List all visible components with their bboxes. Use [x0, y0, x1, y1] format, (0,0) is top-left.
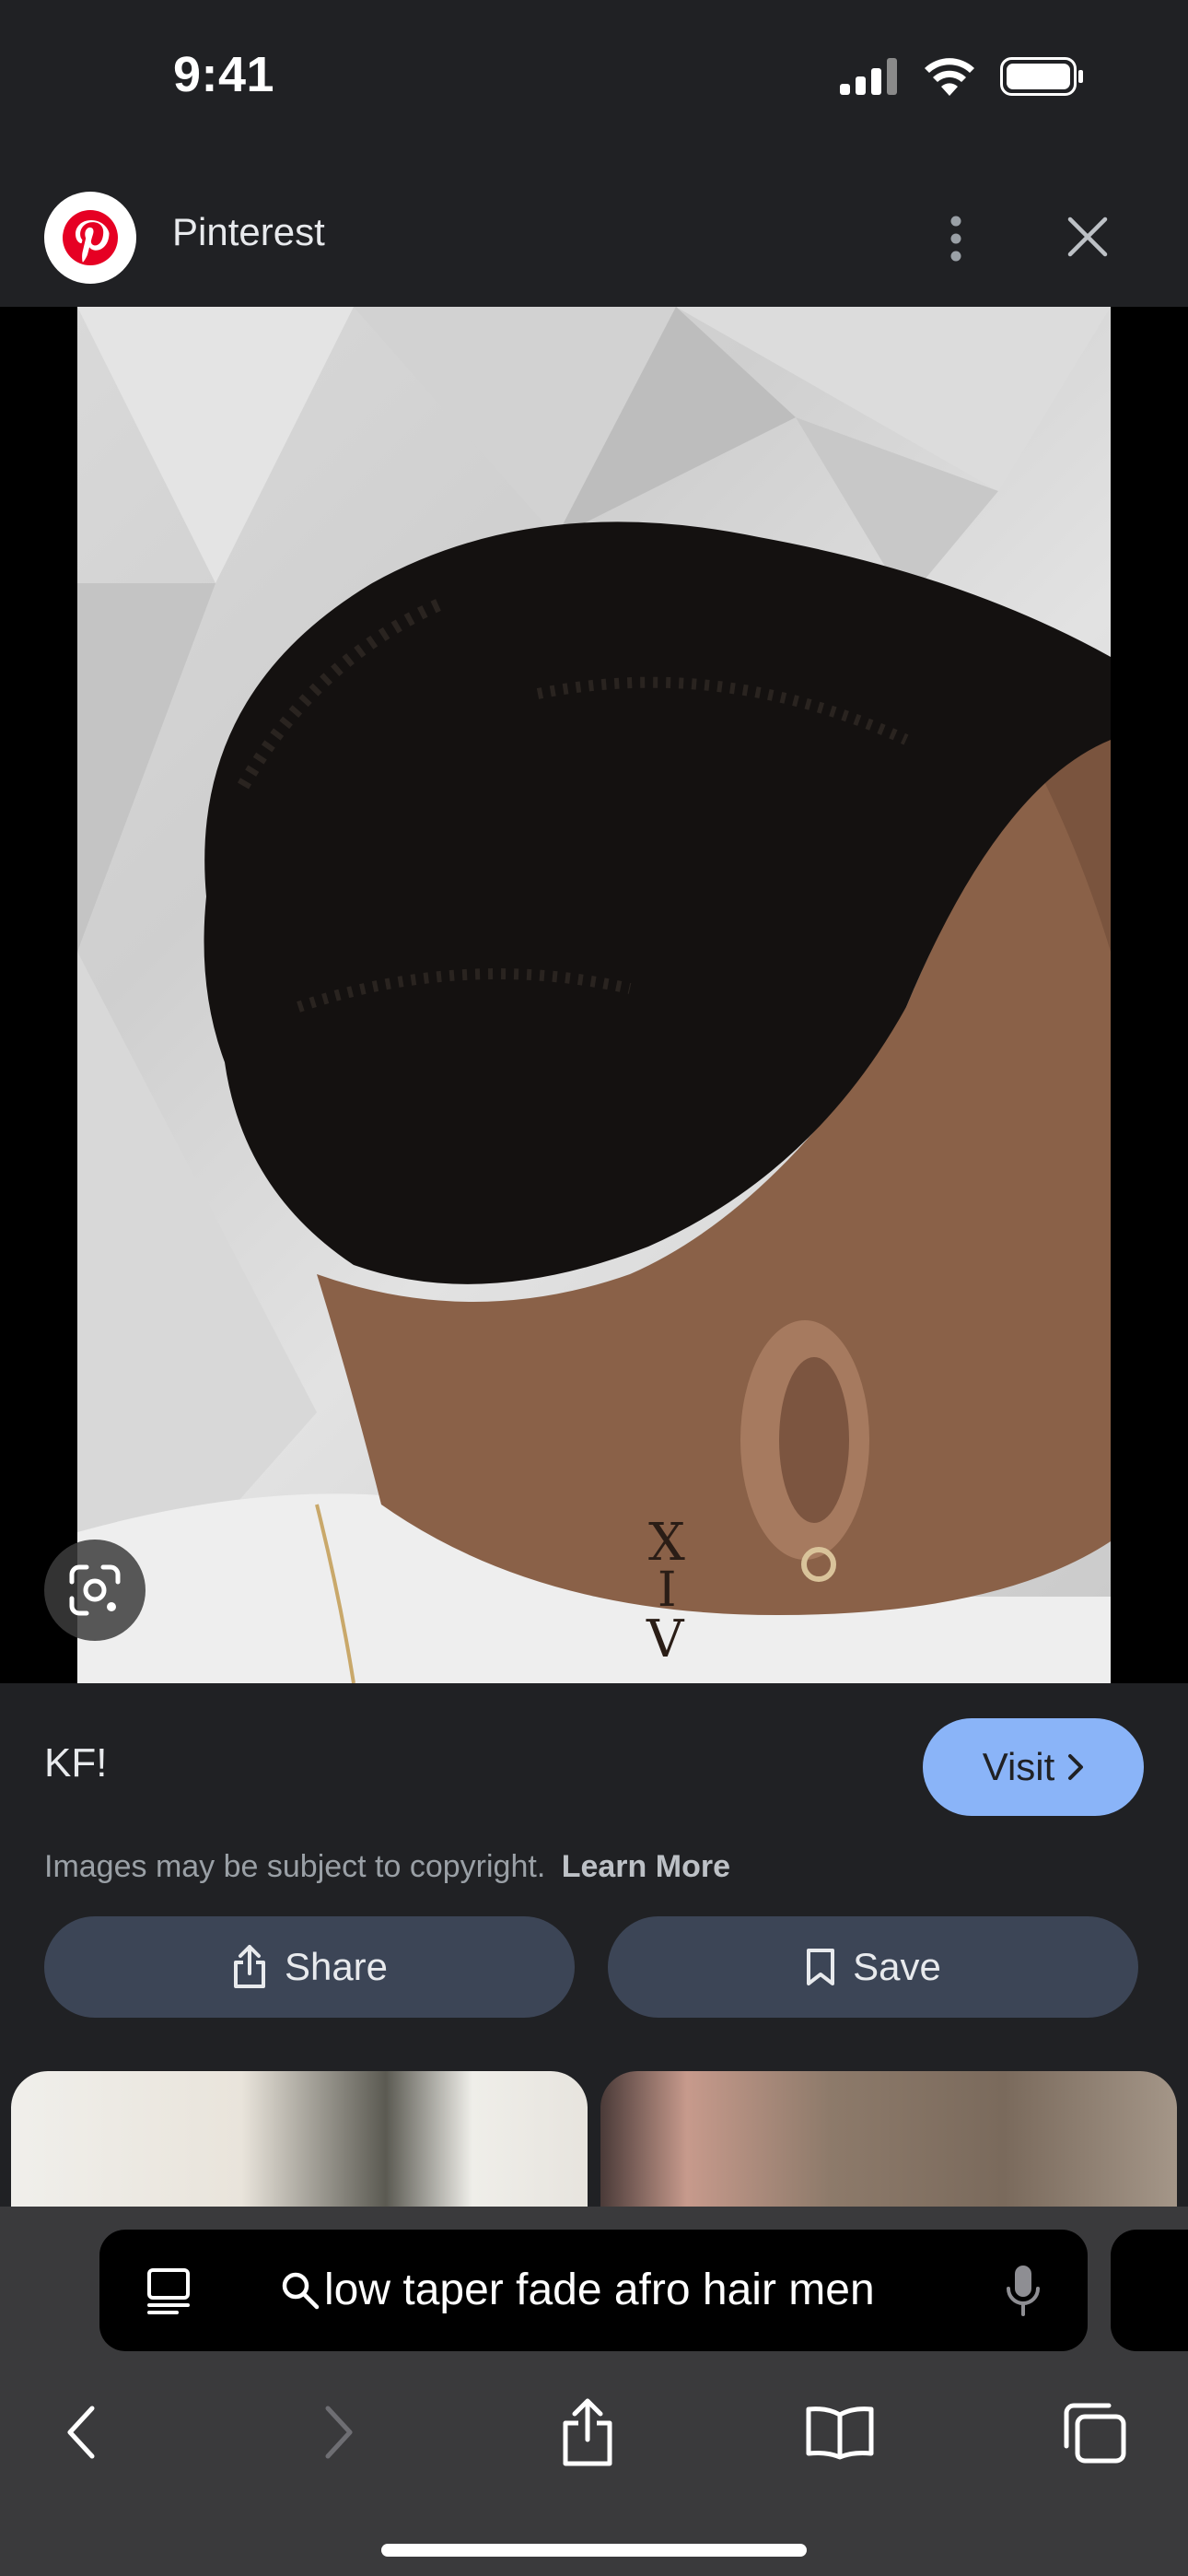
source-header: Pinterest: [0, 175, 1188, 307]
google-lens-button[interactable]: [44, 1540, 146, 1641]
chevron-right-icon: [325, 2406, 353, 2459]
visit-button[interactable]: Visit: [923, 1718, 1144, 1816]
search-icon: [280, 2270, 320, 2315]
learn-more-link[interactable]: Learn More: [562, 1849, 730, 1884]
copyright-notice: Images may be subject to copyright. Lear…: [44, 1849, 730, 1885]
battery-icon: [1000, 57, 1085, 100]
status-bar: 9:41: [0, 0, 1188, 161]
visit-label: Visit: [982, 1745, 1055, 1788]
microphone-icon[interactable]: [1004, 2263, 1042, 2323]
browser-toolbar: low taper fade afro hair men: [0, 2207, 1188, 2576]
bookmark-icon: [807, 1949, 835, 1985]
address-bar[interactable]: low taper fade afro hair men: [99, 2230, 1088, 2351]
related-image-thumbnail[interactable]: [11, 2071, 588, 2219]
image-stage: X I V: [0, 307, 1188, 1683]
page-menu-icon[interactable]: [146, 2266, 192, 2321]
source-name[interactable]: Pinterest: [172, 210, 325, 254]
share-label: Share: [284, 1945, 389, 1988]
status-icons: [840, 57, 1085, 100]
share-page-button[interactable]: [542, 2386, 634, 2478]
svg-text:V: V: [646, 1610, 685, 1669]
bookmarks-button[interactable]: [794, 2386, 886, 2478]
close-button[interactable]: [1057, 206, 1118, 267]
book-icon: [806, 2406, 874, 2460]
tabs-icon: [1064, 2403, 1126, 2464]
forward-button[interactable]: [293, 2386, 385, 2478]
status-time: 9:41: [173, 47, 275, 102]
cellular-signal-icon: [840, 58, 899, 100]
lens-icon: [69, 1564, 121, 1616]
pinterest-logo-icon[interactable]: [44, 192, 136, 284]
share-icon: [563, 2398, 612, 2466]
tabs-button[interactable]: [1048, 2386, 1140, 2478]
copyright-text: Images may be subject to copyright.: [44, 1849, 546, 1884]
hairstyle-photo: X I V: [77, 307, 1111, 1683]
chevron-right-icon: [1068, 1754, 1084, 1780]
image-title: KF!: [44, 1740, 108, 1786]
save-button[interactable]: Save: [608, 1916, 1138, 2018]
back-button[interactable]: [35, 2386, 127, 2478]
info-panel: KF! Visit Images may be subject to copyr…: [0, 1683, 1188, 2219]
home-indicator: [381, 2544, 807, 2557]
more-options-button[interactable]: [930, 197, 982, 280]
share-icon: [233, 1945, 265, 1988]
save-label: Save: [853, 1945, 941, 1988]
search-query-text: low taper fade afro hair men: [324, 2266, 875, 2314]
next-tab-preview[interactable]: [1111, 2230, 1188, 2351]
wifi-icon: [923, 57, 976, 100]
chevron-left-icon: [67, 2406, 95, 2459]
preview-image[interactable]: X I V: [77, 307, 1111, 1683]
share-button[interactable]: Share: [44, 1916, 575, 2018]
related-image-thumbnail[interactable]: [600, 2071, 1177, 2219]
screen: 9:41 Pinterest X I V KF! Visit Images ma…: [0, 0, 1188, 2576]
close-icon: [1067, 217, 1108, 257]
